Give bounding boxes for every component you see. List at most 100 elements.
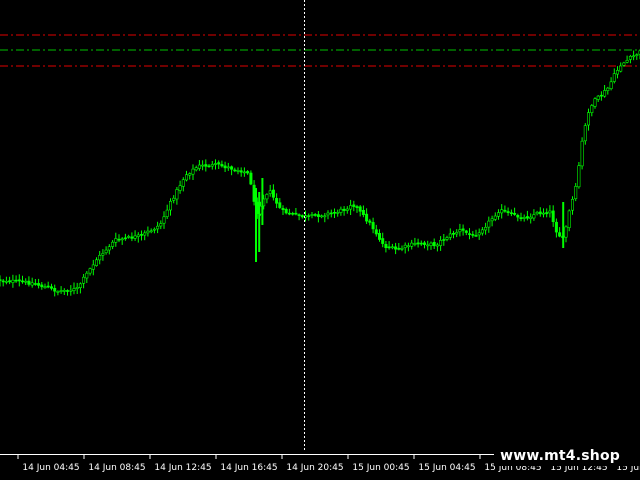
candle-body [516,215,520,218]
candle-body [310,214,314,216]
candle-body [185,174,189,181]
watermark: www.mt4.shop [494,446,640,466]
candle-body [149,230,153,233]
candle-body [509,212,513,214]
candle-body [365,213,369,222]
candle-body [220,164,224,167]
candle-body [37,283,41,286]
candle-body [66,290,70,292]
candle-body [300,215,304,218]
candle-body [406,245,410,248]
candle-body [281,208,285,211]
candle-body [448,233,452,238]
candle-body [564,226,568,238]
candle-body [127,236,131,238]
candle-body [8,280,12,283]
candle-body [214,163,218,165]
candle-body [632,55,636,58]
candle-body [75,286,79,289]
candle-body [496,212,500,217]
candle-body [30,282,34,286]
candle-body [197,164,201,169]
candle-body [487,220,491,228]
candle-body [500,209,504,214]
candle-body [62,289,66,292]
candle-body [541,212,545,215]
candle-body [265,194,269,200]
candle-body [178,185,182,191]
candle-body [529,216,533,220]
candle-body [43,286,47,289]
candle-body [165,209,169,217]
candle-body [596,95,600,100]
candle-body [287,212,291,215]
candle-body [201,164,205,167]
candle-body [361,210,365,216]
candle-body [88,268,92,274]
candle-body [101,253,105,256]
price-chart[interactable]: 14 Jun 04:45 14 Jun 08:45 14 Jun 12:45 14 J… [0,0,640,480]
candle-body [551,210,555,222]
candle-body [95,259,99,266]
candle-body [464,230,468,233]
candle-body [249,172,253,185]
candle-body [400,248,404,250]
candle-body [78,283,82,288]
candle-body [548,210,552,214]
candle-body [419,242,423,245]
candle-body [53,287,57,292]
candle-body [104,249,108,254]
candle-body [558,232,562,237]
candle-body [570,199,574,211]
candle-body [210,164,214,167]
candle-body [413,243,417,245]
candle-body [294,212,298,215]
candle-body [480,229,484,234]
candle-body [236,170,240,172]
candle-body [609,81,613,90]
candle-body [622,62,626,66]
candle-body [371,222,375,230]
candle-body [535,212,539,215]
candle-body [545,212,549,215]
candle-body [130,236,134,239]
candle-body [307,215,311,217]
candle-body [146,230,150,234]
candle-body [525,216,529,219]
candle-body [162,216,166,224]
candle-body [191,168,195,175]
candle-body [458,229,462,233]
candle-body [329,212,333,215]
x-tick-label: 14 Jun 20:45 [286,463,343,473]
candle-body [577,165,581,188]
candle-body [513,213,517,215]
candle-body [181,179,185,187]
candle-body [368,220,372,223]
candle-body [326,212,330,216]
candle-body [107,246,111,251]
candle-body [349,205,353,210]
candle-body [24,280,28,283]
candle-body [339,208,343,213]
candle-body [297,214,301,216]
candle-body [490,218,494,222]
candle-body [40,284,44,288]
candle-body [455,232,459,235]
candle-body [152,228,156,231]
candle-body [159,223,163,227]
candle-body [278,202,282,208]
candle-body [69,289,73,292]
candle-body [123,237,127,240]
candle-body [580,140,584,167]
candle-body [606,87,610,91]
candle-body [477,232,481,236]
chart-background [0,0,640,480]
candle-body [358,206,362,212]
candle-body [332,212,336,214]
candle-body [345,208,349,211]
candle-body [635,54,639,57]
candle-body [603,90,607,97]
candle-body [14,279,18,282]
chart-area[interactable]: 14 Jun 04:45 14 Jun 08:45 14 Jun 12:45 14 J… [0,0,640,480]
candle-body [390,246,394,249]
